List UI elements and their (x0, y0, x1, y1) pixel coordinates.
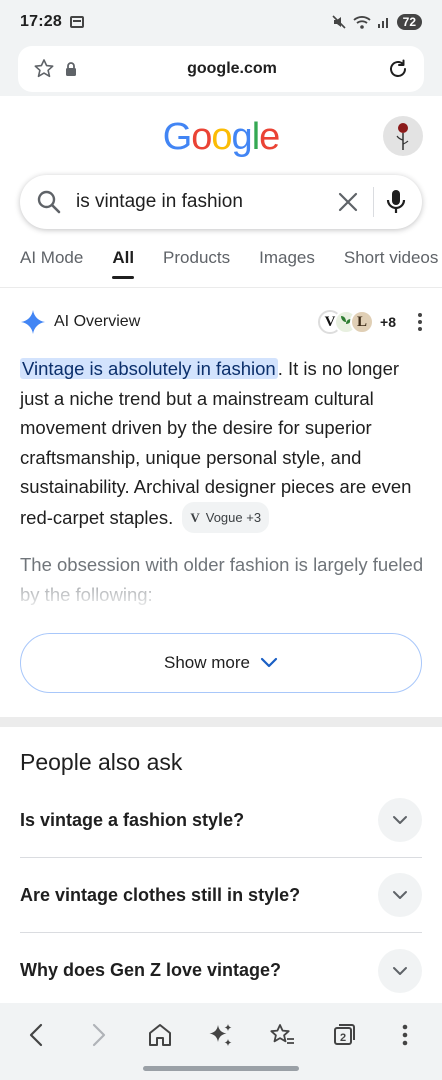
status-icons: 72 (331, 14, 422, 30)
url-text[interactable]: google.com (78, 60, 386, 78)
paa-item[interactable]: Is vintage a fashion style? (20, 783, 422, 858)
clear-icon[interactable] (337, 191, 359, 213)
menu-icon[interactable] (385, 1015, 425, 1055)
citation-label: Vogue +3 (205, 509, 262, 525)
address-bar[interactable]: google.com (18, 46, 424, 92)
chevron-down-icon (260, 657, 278, 668)
paa-item[interactable]: Why does Gen Z love vintage? (20, 933, 422, 1008)
chevron-down-icon (393, 891, 407, 899)
tab-ai-mode[interactable]: AI Mode (20, 240, 83, 287)
svg-text:2: 2 (340, 1032, 346, 1044)
tab-short-videos[interactable]: Short videos (344, 240, 439, 287)
bookmark-star-icon[interactable] (32, 57, 56, 81)
paa-question[interactable]: Is vintage a fashion style? (20, 810, 378, 831)
citation-chip[interactable]: V Vogue +3 (182, 501, 270, 533)
sources-more-count[interactable]: +8 (380, 314, 396, 330)
paa-title: People also ask (20, 749, 183, 775)
more-options-icon[interactable] (418, 313, 422, 331)
ai-overview-title: AI Overview (54, 313, 141, 330)
tab-all[interactable]: All (112, 240, 134, 287)
gesture-bar[interactable] (143, 1066, 299, 1071)
chevron-down-icon (393, 966, 407, 975)
bookmark-star-icon[interactable] (262, 1015, 302, 1055)
status-bar: 17:28 72 (0, 0, 442, 44)
search-box[interactable]: is vintage in fashion (20, 175, 422, 229)
search-tabs: AI Mode All Products Images Short videos (0, 240, 442, 288)
signal-icon (377, 18, 388, 28)
show-more-label: Show more (164, 653, 250, 672)
expand-button[interactable] (378, 798, 422, 842)
lock-icon[interactable] (64, 61, 78, 77)
account-avatar[interactable] (383, 116, 423, 156)
paa-question[interactable]: Are vintage clothes still in style? (20, 885, 378, 906)
section-divider (0, 717, 442, 727)
ai-overview-body: Vintage is absolutely in fashion. It is … (20, 354, 424, 533)
search-icon (37, 190, 61, 214)
battery-indicator: 72 (396, 14, 422, 30)
ai-sparkle-icon (21, 310, 45, 334)
home-icon[interactable] (140, 1015, 180, 1055)
ai-sources[interactable]: V L +8 (318, 310, 422, 334)
calendar-icon (69, 16, 84, 28)
expand-button[interactable] (378, 873, 422, 917)
source-avatar-l[interactable]: L (350, 310, 375, 334)
search-input[interactable]: is vintage in fashion (76, 191, 337, 213)
microphone-icon[interactable] (386, 189, 406, 215)
forward-icon[interactable] (78, 1015, 118, 1055)
status-time: 17:28 (20, 13, 62, 30)
bottom-nav-row: 2 (0, 1015, 442, 1055)
tab-products[interactable]: Products (163, 240, 230, 287)
rose-icon (396, 123, 409, 150)
search-divider (373, 187, 374, 217)
browser-toolbar: google.com (0, 44, 442, 96)
paa-list: Is vintage a fashion style? Are vintage … (20, 783, 422, 1008)
tab-images[interactable]: Images (259, 240, 315, 287)
chevron-down-icon (393, 816, 407, 824)
wifi-icon (353, 16, 371, 29)
google-logo[interactable]: Google (0, 116, 442, 159)
show-more-button[interactable]: Show more (20, 633, 422, 693)
ai-overview-header: AI Overview V L +8 (20, 306, 422, 338)
back-icon[interactable] (17, 1015, 57, 1055)
citation-icon: V (190, 509, 200, 525)
fade-overlay (0, 580, 442, 614)
reload-icon[interactable] (386, 57, 410, 81)
expand-button[interactable] (378, 948, 422, 993)
sparkle-icon[interactable] (201, 1015, 241, 1055)
tabs-icon[interactable]: 2 (324, 1015, 364, 1055)
mute-icon (332, 15, 346, 29)
paa-question[interactable]: Why does Gen Z love vintage? (20, 960, 378, 981)
paa-item[interactable]: Are vintage clothes still in style? (20, 858, 422, 933)
ai-overview-highlight[interactable]: Vintage is absolutely in fashion (20, 358, 278, 379)
